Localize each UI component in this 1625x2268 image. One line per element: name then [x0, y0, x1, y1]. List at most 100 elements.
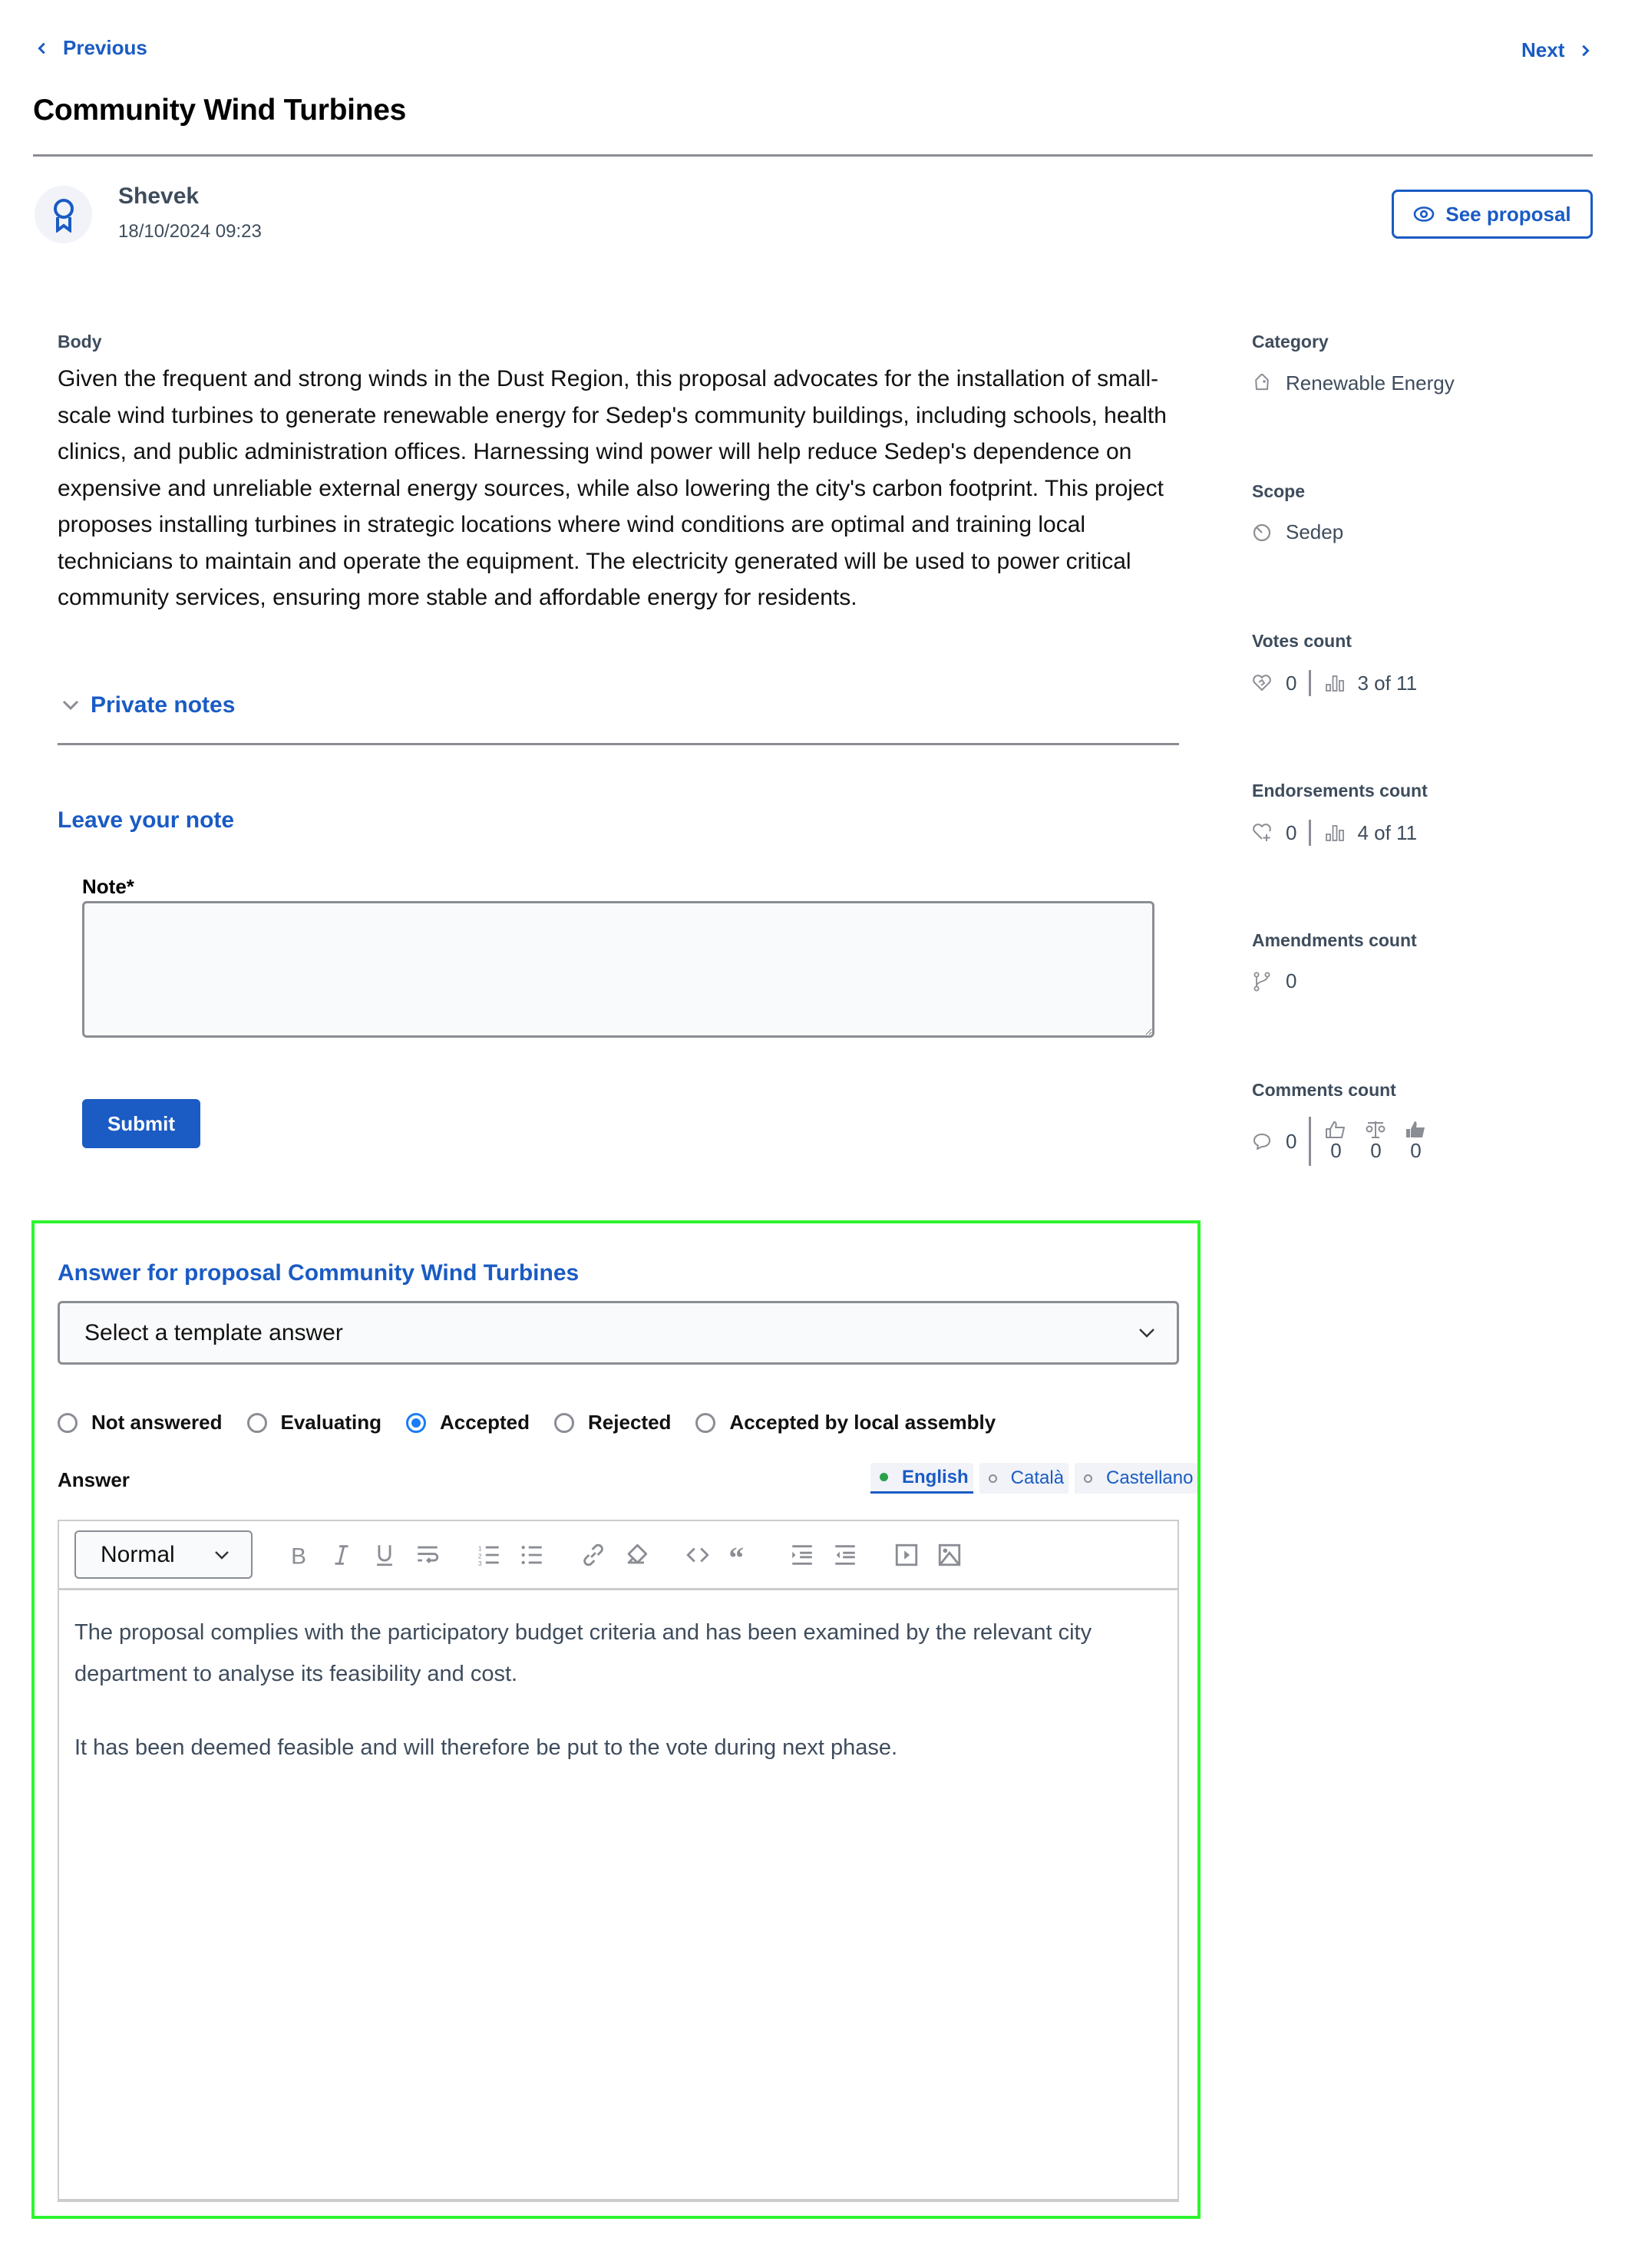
submit-note-button[interactable]: Submit — [82, 1099, 200, 1148]
code-icon — [686, 1547, 709, 1563]
hard-break-button[interactable] — [412, 1540, 443, 1570]
tab-catala[interactable]: Català — [979, 1463, 1069, 1494]
avatar — [35, 186, 92, 243]
rich-text-editor: Normal B 123 “ The proposal complies wit… — [58, 1520, 1179, 2202]
category-label: Category — [1252, 332, 1329, 352]
svg-text:B: B — [291, 1543, 306, 1568]
amendments-label: Amendments count — [1252, 930, 1417, 950]
see-proposal-label: See proposal — [1445, 202, 1571, 226]
indent-button[interactable] — [787, 1540, 817, 1570]
bar-chart-icon — [1325, 674, 1345, 692]
bullet-list-icon — [521, 1545, 542, 1564]
chevron-left-icon — [38, 42, 45, 54]
answer-status-radios: Not answered Evaluating Accepted Rejecte… — [58, 1411, 1020, 1434]
template-select-value: Select a template answer — [84, 1319, 343, 1345]
note-label: Note* — [82, 875, 134, 898]
blockquote-button[interactable]: “ — [725, 1540, 756, 1570]
radio-accepted-by-local-assembly[interactable]: Accepted by local assembly — [695, 1411, 996, 1434]
radio-rejected[interactable]: Rejected — [554, 1411, 671, 1434]
proposal-body: Given the frequent and strong winds in t… — [58, 366, 1167, 610]
chevron-down-icon — [1139, 1328, 1154, 1338]
text-wrap-icon — [418, 1546, 439, 1563]
scale-icon — [1366, 1121, 1386, 1138]
next-link[interactable]: Next — [1521, 38, 1592, 62]
comments-count: 0 — [1286, 1129, 1297, 1153]
status-dot — [988, 1474, 997, 1483]
ordered-list-button[interactable]: 123 — [474, 1540, 504, 1570]
endorsements-label: Endorsements count — [1252, 781, 1428, 801]
comments-value: 0 0 0 0 — [1252, 1117, 1426, 1166]
amendments-count: 0 — [1286, 969, 1297, 992]
heading-format-value: Normal — [101, 1541, 175, 1567]
note-textarea[interactable] — [82, 901, 1154, 1038]
eye-icon — [1414, 206, 1435, 222]
heading-format-select[interactable]: Normal — [74, 1530, 253, 1579]
svg-text:1: 1 — [478, 1544, 482, 1552]
clear-formatting-button[interactable] — [621, 1540, 652, 1570]
category-value[interactable]: Renewable Energy — [1252, 371, 1455, 395]
bullet-list-button[interactable] — [517, 1540, 547, 1570]
indent-icon — [792, 1544, 812, 1565]
private-notes-toggle[interactable]: Private notes — [61, 692, 235, 718]
next-label: Next — [1521, 38, 1565, 61]
tab-castellano[interactable]: Castellano — [1075, 1463, 1198, 1494]
radio-evaluating[interactable]: Evaluating — [246, 1411, 381, 1434]
category-name: Renewable Energy — [1286, 371, 1455, 395]
editor-toolbar: Normal B 123 “ — [59, 1521, 1177, 1590]
scope-name: Sedep — [1286, 520, 1344, 543]
title-divider — [33, 154, 1593, 157]
private-notes-label: Private notes — [91, 692, 236, 718]
ordered-list-icon: 123 — [478, 1544, 499, 1567]
scope-value: Sedep — [1252, 520, 1343, 544]
editor-paragraph: It has been deemed feasible and will the… — [74, 1735, 898, 1760]
previous-link[interactable]: Previous — [35, 36, 147, 60]
radio-circle[interactable] — [58, 1412, 78, 1433]
see-proposal-button[interactable]: See proposal — [1392, 190, 1593, 239]
bold-icon: B — [291, 1543, 306, 1568]
bold-button[interactable]: B — [283, 1540, 314, 1570]
answer-heading: Answer for proposal Community Wind Turbi… — [58, 1260, 580, 1286]
previous-label: Previous — [63, 36, 147, 59]
votes-ranking: 3 of 11 — [1357, 671, 1418, 695]
author-name: Shevek — [118, 183, 200, 209]
radio-circle[interactable] — [246, 1412, 267, 1433]
template-answer-select[interactable]: Select a template answer — [58, 1301, 1179, 1365]
endorsements-value: 0 4 of 11 — [1252, 820, 1417, 846]
radio-accepted[interactable]: Accepted — [405, 1411, 530, 1434]
code-button[interactable] — [682, 1540, 713, 1570]
body-label: Body — [58, 332, 102, 352]
votes-count: 0 — [1286, 671, 1297, 695]
underline-icon — [377, 1544, 392, 1566]
radio-not-answered[interactable]: Not answered — [58, 1411, 223, 1434]
link-button[interactable] — [578, 1540, 609, 1570]
outdent-icon — [835, 1544, 855, 1565]
thumbs-up-filled-icon — [1406, 1121, 1425, 1137]
heart-handshake-icon — [1252, 673, 1272, 693]
publish-date: 18/10/2024 09:23 — [118, 221, 262, 242]
italic-button[interactable] — [326, 1540, 357, 1570]
video-button[interactable] — [891, 1540, 922, 1570]
comments-in-favor: 0 — [1325, 1121, 1346, 1163]
award-icon — [53, 198, 74, 233]
editor-paragraph: The proposal complies with the participa… — [74, 1620, 1092, 1686]
endorsements-count: 0 — [1286, 820, 1297, 844]
radio-circle[interactable] — [405, 1412, 426, 1433]
outdent-button[interactable] — [830, 1540, 860, 1570]
comment-icon — [1252, 1131, 1272, 1151]
link-icon — [583, 1543, 603, 1566]
image-icon — [938, 1543, 961, 1566]
tab-english[interactable]: English — [870, 1463, 973, 1494]
leave-note-heading: Leave your note — [58, 807, 235, 833]
chevron-down-icon — [215, 1550, 229, 1560]
comments-label: Comments count — [1252, 1080, 1396, 1100]
heart-add-icon — [1252, 823, 1272, 843]
radio-circle[interactable] — [695, 1412, 716, 1433]
image-button[interactable] — [934, 1540, 965, 1570]
divider — [1309, 820, 1312, 846]
quote-icon: “ — [728, 1542, 744, 1568]
underline-button[interactable] — [369, 1540, 400, 1570]
editor-content[interactable]: The proposal complies with the participa… — [74, 1612, 1157, 1801]
radio-circle[interactable] — [554, 1412, 575, 1433]
bar-chart-icon — [1325, 824, 1345, 842]
page-title: Community Wind Turbines — [33, 94, 407, 127]
